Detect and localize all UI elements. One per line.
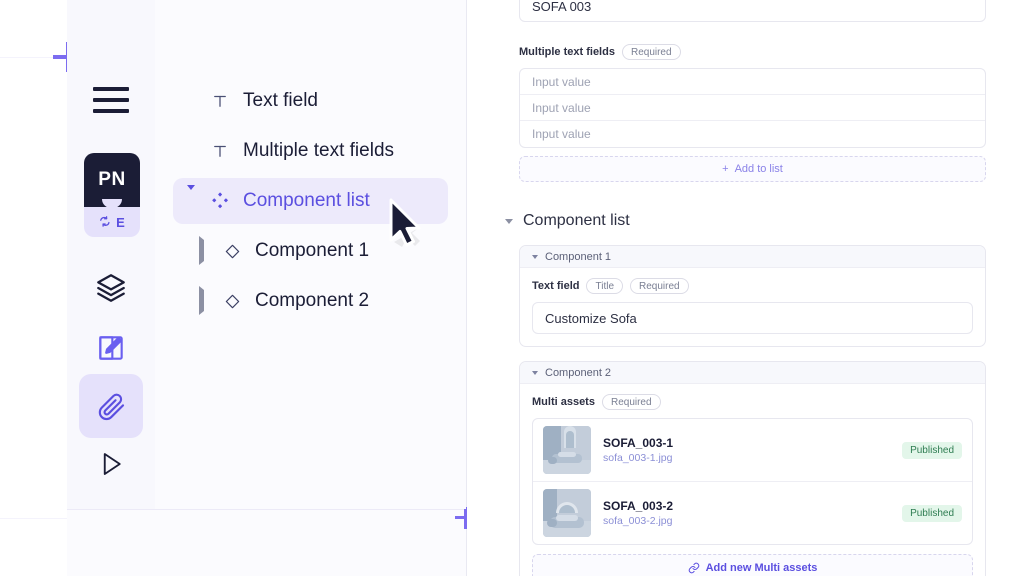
tree-item-label: Multiple text fields [243, 140, 395, 161]
plus-icon: + [722, 163, 729, 175]
multiple-text-fields-label-row: Multiple text fields Required [519, 44, 986, 60]
sofa-code-input[interactable]: SOFA 003 [519, 0, 986, 22]
component-card-2-body: Multi assets Required SOFA_003-1 sofa_00… [520, 384, 985, 576]
form-panel[interactable]: SOFA 003 Multiple text fields Required I… [467, 0, 1024, 576]
add-to-list-button[interactable]: + Add to list [519, 156, 986, 182]
customize-sofa-input[interactable]: Customize Sofa [532, 302, 973, 334]
component-list-section-header[interactable]: Component list [505, 212, 986, 230]
layers-icon [97, 274, 125, 302]
asset-row[interactable]: SOFA_003-1 sofa_003-1.jpg Published [533, 419, 972, 482]
component-card-2: Component 2 Multi assets Required SOFA_0… [519, 361, 986, 576]
asset-filename: sofa_003-2.jpg [603, 515, 673, 527]
add-new-multi-assets-label: Add new Multi assets [705, 562, 818, 574]
text-input-row[interactable]: Input value [520, 121, 985, 147]
edit-button[interactable] [79, 316, 143, 380]
tree-item-component-1[interactable]: Component 1 [185, 228, 448, 274]
title-chip: Title [586, 278, 624, 294]
components-glyph [212, 192, 228, 209]
chevron-down-icon[interactable] [532, 254, 538, 259]
chevron-down-icon[interactable] [505, 218, 513, 224]
chevron-right-icon[interactable] [199, 236, 209, 265]
sofa-render-2-icon [543, 489, 591, 537]
status-badge: Published [902, 441, 962, 459]
text-field-label-row: Text field Title Required [532, 278, 973, 294]
component-card-1-body: Text field Title Required Customize Sofa [520, 268, 985, 346]
logo-initials: PN [84, 153, 140, 207]
hamburger-icon [93, 87, 129, 113]
field-label: Text field [532, 280, 580, 292]
link-icon [688, 562, 699, 574]
status-badge: Published [902, 504, 962, 522]
multi-assets-list: SOFA_003-1 sofa_003-1.jpg Published SOFA… [532, 418, 973, 545]
tree-item-label: Component 2 [255, 290, 370, 311]
edit-square-icon [99, 336, 123, 360]
asset-filename: sofa_003-1.jpg [603, 452, 673, 464]
component-card-1: Component 1 Text field Title Required Cu… [519, 245, 986, 347]
chevron-right-icon[interactable] [199, 286, 209, 315]
tree-item-label: Text field [243, 90, 318, 111]
component-card-2-header[interactable]: Component 2 [520, 362, 985, 384]
required-chip: Required [621, 44, 681, 60]
tree-item-component-list[interactable]: Component list [173, 178, 448, 224]
paperclip-icon [98, 393, 125, 421]
play-triangle-icon [103, 453, 121, 475]
screen: PN E Text field Multiple text fields Com… [0, 0, 1024, 576]
tree-item-label: Component list [243, 190, 370, 211]
menu-button[interactable] [79, 68, 143, 132]
customize-sofa-value: Customize Sofa [545, 310, 637, 326]
component-card-1-header[interactable]: Component 1 [520, 246, 985, 268]
add-new-multi-assets-button[interactable]: Add new Multi assets [532, 554, 973, 576]
tree-item-component-2[interactable]: Component 2 [185, 278, 448, 324]
asset-thumbnail [543, 426, 591, 474]
multiple-text-fields-stack: Input value Input value Input value [519, 68, 986, 148]
sofa-code-value: SOFA 003 [532, 0, 592, 14]
multi-assets-label-row: Multi assets Required [532, 394, 973, 410]
tree-item-multiple-text-fields[interactable]: Multiple text fields [173, 128, 448, 174]
logo-environment-label: E [116, 214, 125, 230]
tree-item-text-field[interactable]: Text field [173, 78, 448, 124]
component-card-header-label: Component 1 [545, 250, 612, 263]
field-label: Multi assets [532, 396, 595, 408]
text-input-row[interactable]: Input value [520, 69, 985, 95]
component-list-title: Component list [523, 212, 630, 229]
asset-thumbnail [543, 489, 591, 537]
required-chip: Required [630, 278, 689, 294]
required-chip: Required [601, 394, 661, 410]
icon-rail [67, 0, 155, 509]
field-tree: Text field Multiple text fields Componen… [155, 0, 466, 509]
text-field-icon [209, 92, 231, 110]
asset-meta: SOFA_003-2 sofa_003-2.jpg [603, 499, 890, 527]
asset-title: SOFA_003-1 [603, 436, 674, 450]
asset-meta: SOFA_003-1 sofa_003-1.jpg [603, 436, 890, 464]
logo-environment: E [84, 207, 140, 237]
add-to-list-label: Add to list [734, 163, 783, 175]
asset-row[interactable]: SOFA_003-2 sofa_003-2.jpg Published [533, 482, 972, 544]
sofa-render-1-icon [543, 426, 591, 474]
tree-item-label: Component 1 [255, 240, 370, 261]
attachments-button[interactable] [79, 374, 143, 438]
diamond-icon [221, 242, 243, 261]
preview-button[interactable] [79, 432, 143, 496]
components-icon [209, 191, 231, 211]
diamond-icon [221, 292, 243, 311]
asset-title: SOFA_003-2 [603, 499, 674, 513]
field-label: Multiple text fields [519, 46, 615, 58]
text-input-row[interactable]: Input value [520, 95, 985, 121]
sync-icon [100, 216, 110, 227]
chevron-down-icon[interactable] [187, 185, 197, 212]
multiple-text-fields-group: Multiple text fields Required Input valu… [519, 44, 986, 182]
layers-button[interactable] [79, 256, 143, 320]
editor-surface-edge [67, 509, 467, 510]
component-card-header-label: Component 2 [545, 366, 612, 379]
text-field-icon [209, 142, 231, 160]
chevron-down-icon[interactable] [532, 370, 538, 375]
workspace-logo[interactable]: PN E [84, 153, 140, 237]
